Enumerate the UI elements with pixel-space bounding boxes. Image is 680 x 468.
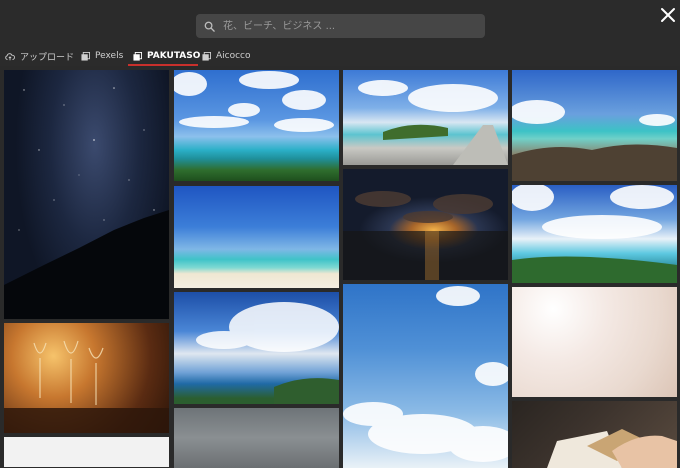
- image-stack-icon: [202, 51, 211, 61]
- photo-turquoise-sea[interactable]: [512, 185, 677, 283]
- tab-pakutaso-label: PAKUTASO: [147, 51, 201, 61]
- photo-cliff-sea[interactable]: [174, 292, 339, 404]
- photo-coastal-road[interactable]: [343, 70, 508, 165]
- tab-pexels-label: Pexels: [95, 51, 124, 61]
- search-box[interactable]: [196, 14, 485, 38]
- image-stack-icon: [81, 51, 90, 61]
- photo-milky-way[interactable]: [4, 70, 169, 319]
- top-bar: [0, 0, 680, 44]
- photo-sunset-sea[interactable]: [343, 169, 508, 280]
- photo-soft-bokeh[interactable]: [512, 287, 677, 397]
- photo-rocky-shore[interactable]: [512, 70, 677, 181]
- tab-upload-label: アップロード: [20, 52, 75, 63]
- photo-clouds-coast[interactable]: [174, 70, 339, 181]
- photo-gray-clouds[interactable]: [174, 408, 339, 468]
- close-icon: [661, 8, 675, 22]
- photo-hand-paper[interactable]: [512, 401, 677, 468]
- photo-wine-glasses[interactable]: [4, 323, 169, 433]
- search-input[interactable]: [221, 19, 475, 33]
- photo-grid: [0, 66, 680, 468]
- search-icon: [204, 21, 215, 32]
- photo-white[interactable]: [4, 437, 169, 467]
- photo-blue-sky[interactable]: [343, 284, 508, 468]
- close-button[interactable]: [659, 6, 677, 24]
- photo-white-beach[interactable]: [174, 186, 339, 288]
- cloud-upload-icon: [5, 52, 15, 60]
- tab-pexels[interactable]: Pexels: [81, 47, 123, 65]
- tab-upload[interactable]: アップロード: [5, 47, 74, 65]
- tab-aicocco[interactable]: Aicocco: [202, 47, 251, 65]
- image-stack-icon: [133, 51, 142, 61]
- source-tabs: アップロード Pexels PAKUTASO Aicocco: [0, 44, 680, 66]
- tab-aicocco-label: Aicocco: [216, 51, 251, 61]
- tab-pakutaso[interactable]: PAKUTASO: [133, 47, 200, 65]
